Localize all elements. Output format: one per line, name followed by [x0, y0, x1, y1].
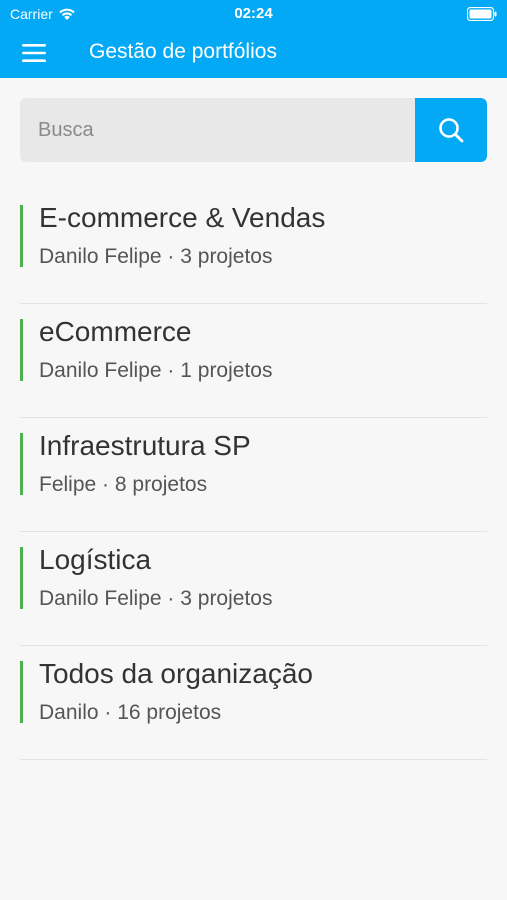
portfolio-name: Infraestrutura SP: [39, 430, 251, 461]
portfolio-name: eCommerce: [39, 316, 192, 347]
status-indicator: [20, 547, 23, 609]
hamburger-menu-icon: [22, 44, 46, 62]
battery-icon: [467, 7, 497, 21]
page-title: Gestão de portfólios: [89, 40, 277, 63]
search-icon: [439, 118, 464, 143]
portfolio-item[interactable]: Infraestrutura SP Felipe · 8 projetos: [20, 418, 487, 532]
meta-separator: ·: [98, 701, 118, 724]
portfolio-meta: Danilo Felipe · 3 projetos: [39, 245, 272, 269]
portfolio-item[interactable]: E-commerce & Vendas Danilo Felipe · 3 pr…: [20, 190, 487, 304]
status-bar: Carrier 02:24: [0, 0, 507, 28]
search-bar: [20, 98, 487, 162]
portfolio-name: Logística: [39, 544, 152, 575]
portfolio-list: E-commerce & Vendas Danilo Felipe · 3 pr…: [20, 190, 487, 760]
portfolio-meta: Felipe · 8 projetos: [39, 473, 207, 497]
portfolio-name: Todos da organização: [39, 658, 313, 689]
portfolio-owner: Danilo Felipe: [39, 359, 162, 382]
search-input[interactable]: [20, 98, 415, 162]
portfolio-project-count: 16 projetos: [117, 701, 222, 724]
status-indicator: [20, 433, 23, 495]
meta-separator: ·: [161, 359, 181, 382]
portfolio-owner: Danilo: [39, 701, 99, 724]
portfolio-item[interactable]: Logística Danilo Felipe · 3 projetos: [20, 532, 487, 646]
portfolio-owner: Danilo Felipe: [39, 245, 162, 268]
meta-separator: ·: [161, 245, 181, 268]
portfolio-meta: Danilo Felipe · 3 projetos: [39, 587, 272, 611]
portfolio-name: E-commerce & Vendas: [39, 202, 326, 233]
search-button[interactable]: [415, 98, 487, 162]
portfolio-meta: Danilo · 16 projetos: [39, 701, 221, 725]
portfolio-item[interactable]: eCommerce Danilo Felipe · 1 projetos: [20, 304, 487, 418]
menu-button[interactable]: [14, 36, 54, 70]
portfolio-project-count: 3 projetos: [180, 587, 273, 610]
portfolio-meta: Danilo Felipe · 1 projetos: [39, 359, 272, 383]
app-header: Carrier 02:24 Gestão de portfólios: [0, 0, 507, 78]
portfolio-project-count: 8 projetos: [114, 473, 208, 496]
meta-separator: ·: [161, 587, 181, 610]
portfolio-owner: Danilo Felipe: [39, 587, 162, 610]
portfolio-project-count: 1 projetos: [180, 359, 273, 382]
status-indicator: [20, 205, 23, 267]
status-indicator: [20, 319, 23, 381]
status-indicator: [20, 661, 23, 723]
nav-bar: Gestão de portfólios: [0, 28, 507, 78]
portfolio-item[interactable]: Todos da organização Danilo · 16 projeto…: [20, 646, 487, 760]
meta-separator: ·: [96, 473, 115, 496]
portfolio-owner: Felipe: [39, 473, 97, 496]
portfolio-project-count: 3 projetos: [180, 245, 273, 268]
status-time: 02:24: [234, 5, 273, 22]
